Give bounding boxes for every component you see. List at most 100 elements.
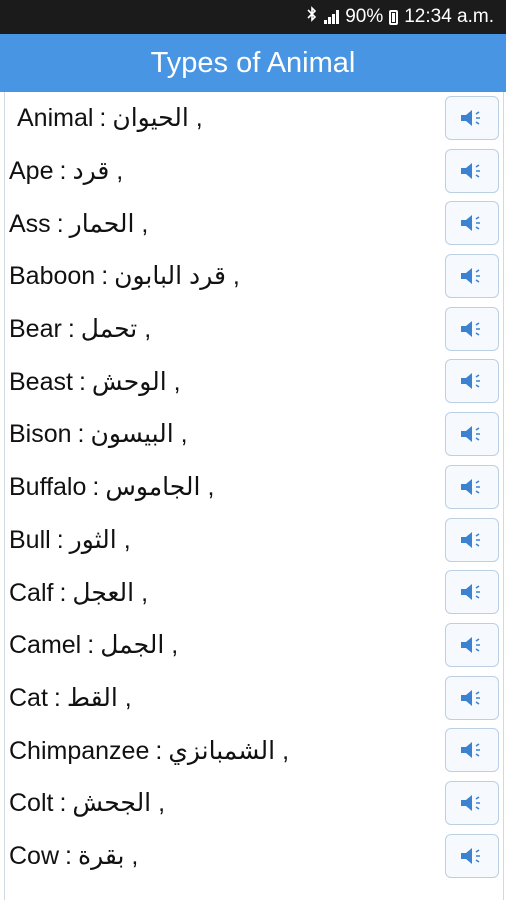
word-pair: Animal: الحيوان , <box>5 103 203 133</box>
separator-colon: : <box>92 473 100 502</box>
arabic-word: قرد البابون <box>114 262 226 291</box>
english-word: Bear <box>9 315 62 344</box>
play-audio-button[interactable] <box>445 359 499 404</box>
list-item: Chimpanzee: الشمبانزي , <box>5 724 503 777</box>
play-audio-button[interactable] <box>445 412 499 457</box>
separator-comma: , <box>164 631 179 660</box>
english-word: Colt <box>9 789 54 818</box>
list-item: Calf: العجل , <box>5 566 503 619</box>
list-item: Bear: تحمل , <box>5 303 503 356</box>
list-item: Ape: قرد , <box>5 145 503 198</box>
separator-colon: : <box>59 578 67 607</box>
list-item: Camel: الجمل , <box>5 619 503 672</box>
arabic-word: تحمل <box>80 315 138 344</box>
play-audio-button[interactable] <box>445 464 499 509</box>
list-item: Bull: الثور , <box>5 514 503 567</box>
play-audio-button[interactable] <box>445 833 499 878</box>
animal-list[interactable]: Animal: الحيوان , Ape: قرد , Ass: الحمار , Bab… <box>4 92 504 900</box>
english-word: Cat <box>9 683 48 712</box>
word-pair: Camel: الجمل , <box>5 630 178 660</box>
list-item: Animal: الحيوان , <box>5 92 503 145</box>
play-audio-button[interactable] <box>445 148 499 193</box>
separator-comma: , <box>134 578 149 607</box>
separator-comma: , <box>200 473 215 502</box>
speaker-icon <box>461 584 480 601</box>
separator-colon: : <box>59 789 67 818</box>
separator-comma: , <box>225 262 240 291</box>
word-pair: Beast: الوحش , <box>5 367 181 397</box>
separator-comma: , <box>124 841 139 870</box>
word-pair: Cat: القط , <box>5 683 132 713</box>
separator-colon: : <box>99 104 107 133</box>
battery-percent: 90% <box>345 6 384 27</box>
play-audio-button[interactable] <box>445 780 499 825</box>
separator-comma: , <box>151 789 166 818</box>
word-pair: Chimpanzee: الشمبانزي , <box>5 736 289 766</box>
separator-comma: , <box>166 367 181 396</box>
separator-colon: : <box>155 736 163 765</box>
speaker-icon <box>461 531 480 548</box>
separator-comma: , <box>109 157 124 186</box>
speaker-icon <box>461 215 480 232</box>
separator-colon: : <box>77 420 85 449</box>
separator-colon: : <box>56 525 64 554</box>
signal-icon <box>323 10 340 24</box>
separator-comma: , <box>117 683 132 712</box>
arabic-word: الجحش <box>72 789 152 818</box>
play-audio-button[interactable] <box>445 96 499 140</box>
separator-comma: , <box>137 315 152 344</box>
play-audio-button[interactable] <box>445 622 499 667</box>
word-pair: Colt: الجحش , <box>5 788 165 818</box>
word-pair: Ape: قرد , <box>5 156 123 186</box>
english-word: Calf <box>9 578 54 607</box>
list-item: Buffalo: الجاموس , <box>5 461 503 514</box>
speaker-icon <box>461 478 480 495</box>
speaker-icon <box>461 373 480 390</box>
separator-comma: , <box>275 736 290 765</box>
arabic-word: الحمار <box>69 209 135 238</box>
speaker-icon <box>461 320 480 337</box>
play-audio-button[interactable] <box>445 306 499 351</box>
separator-comma: , <box>188 104 203 133</box>
page-title: Types of Animal <box>150 46 356 79</box>
speaker-icon <box>461 162 480 179</box>
speaker-icon <box>461 742 480 759</box>
separator-colon: : <box>67 315 75 344</box>
separator-colon: : <box>87 631 95 660</box>
list-item: Bison: البيسون , <box>5 408 503 461</box>
word-pair: Cow: بقرة , <box>5 841 138 871</box>
english-word: Ape <box>9 157 54 186</box>
speaker-icon <box>461 426 480 443</box>
play-audio-button[interactable] <box>445 517 499 562</box>
list-item: Ass: الحمار , <box>5 197 503 250</box>
separator-colon: : <box>56 209 64 238</box>
english-word: Cow <box>9 841 60 870</box>
separator-colon: : <box>78 367 86 396</box>
speaker-icon <box>461 110 480 126</box>
play-audio-button[interactable] <box>445 570 499 615</box>
list-item: Colt: الجحش , <box>5 777 503 830</box>
list-item: Cow: بقرة , <box>5 830 503 883</box>
english-word: Camel <box>9 631 82 660</box>
arabic-word: الحيوان <box>112 104 189 133</box>
battery-icon <box>389 9 399 25</box>
play-audio-button[interactable] <box>445 201 499 246</box>
arabic-word: الجاموس <box>105 473 201 502</box>
arabic-word: البيسون <box>90 420 174 449</box>
word-pair: Calf: العجل , <box>5 578 148 608</box>
clock: 12:34 a.m. <box>404 6 494 27</box>
english-word: Buffalo <box>9 473 87 502</box>
english-word: Animal <box>17 104 94 133</box>
arabic-word: بقرة <box>77 841 125 870</box>
english-word: Beast <box>9 367 73 396</box>
separator-colon: : <box>65 841 72 870</box>
play-audio-button[interactable] <box>445 728 499 773</box>
speaker-icon <box>461 794 480 811</box>
separator-comma: , <box>134 209 149 238</box>
play-audio-button[interactable] <box>445 675 499 720</box>
arabic-word: الوحش <box>91 367 167 396</box>
speaker-icon <box>461 847 480 864</box>
status-bar: 90% 12:34 a.m. <box>0 0 506 34</box>
play-audio-button[interactable] <box>445 254 499 299</box>
speaker-icon <box>461 689 480 706</box>
